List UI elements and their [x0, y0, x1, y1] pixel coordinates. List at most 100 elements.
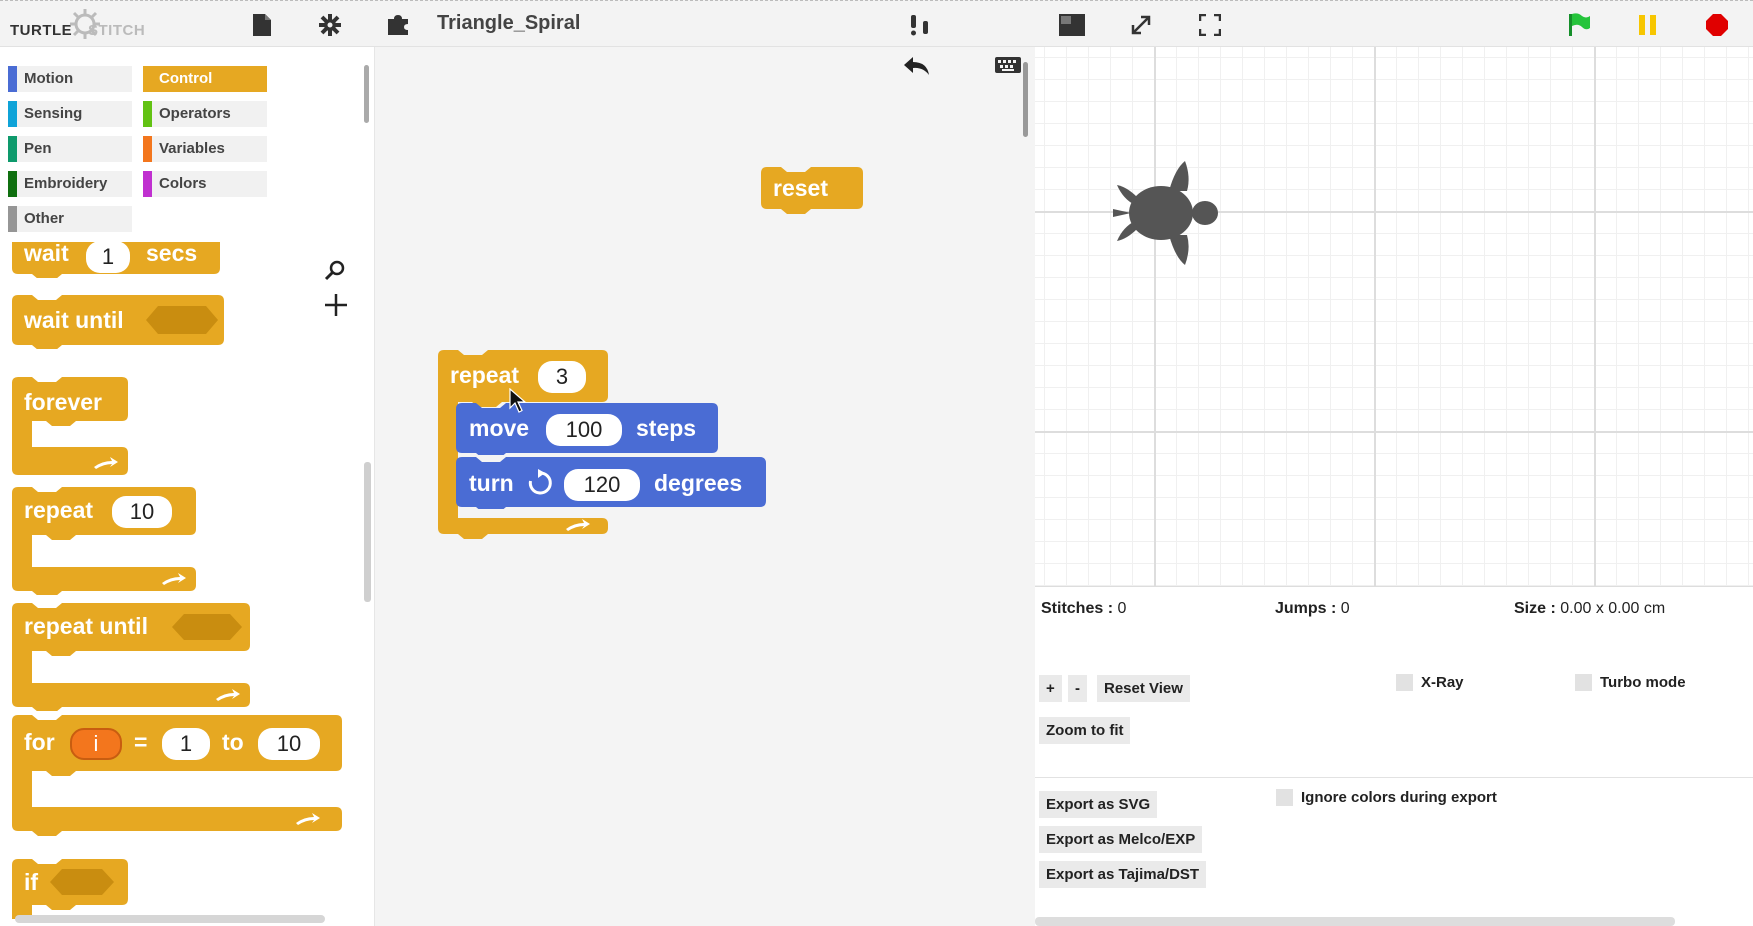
settings-button[interactable] — [310, 9, 350, 41]
script-block-reset[interactable]: reset — [761, 167, 863, 215]
reset-view-button[interactable]: Reset View — [1097, 675, 1190, 702]
fullscreen-button[interactable] — [1190, 9, 1230, 41]
category-label: Sensing — [24, 105, 83, 122]
palette-block-wait-secs[interactable]: wait 1 secs — [12, 240, 220, 278]
category-embroidery[interactable]: Embroidery — [8, 171, 132, 197]
expand-button[interactable] — [1121, 9, 1161, 41]
stitches-value: 0 — [1117, 600, 1127, 617]
script-block-move[interactable]: move 100 steps — [456, 403, 718, 455]
scripting-area[interactable]: reset repeat 3 move 100 steps turn 120 d… — [375, 47, 1035, 926]
block-label: repeat until — [24, 613, 148, 639]
block-label: wait until — [24, 307, 124, 333]
stop-button[interactable] — [1697, 9, 1737, 41]
category-swatch — [143, 136, 152, 162]
script-block-turn[interactable]: turn 120 degrees — [456, 457, 766, 509]
category-sensing[interactable]: Sensing — [8, 101, 132, 127]
category-label: Colors — [159, 175, 207, 192]
palette-block-repeat[interactable]: repeat 10 — [12, 487, 196, 595]
turbo-mode-checkbox[interactable]: Turbo mode — [1575, 674, 1686, 691]
undo-icon[interactable] — [903, 56, 931, 78]
palette-scrollbar[interactable] — [364, 65, 369, 123]
block-input[interactable]: 3 — [538, 361, 586, 393]
export-exp-button[interactable]: Export as Melco/EXP — [1039, 826, 1203, 853]
size-value: 0.00 x 0.00 cm — [1560, 600, 1666, 617]
zoom-to-fit-button[interactable]: Zoom to fit — [1039, 717, 1131, 744]
info-horizontal-scrollbar[interactable] — [1035, 917, 1675, 926]
block-input[interactable]: 120 — [564, 469, 640, 501]
file-button[interactable] — [242, 9, 282, 41]
zoom-out-button[interactable]: - — [1068, 675, 1087, 702]
stage-size-button[interactable] — [1052, 9, 1092, 41]
palette-block-if[interactable]: if — [12, 859, 128, 919]
palette-block-forever[interactable]: forever — [12, 377, 128, 477]
category-swatch — [143, 101, 152, 127]
category-swatch — [143, 66, 152, 92]
export-svg-button[interactable]: Export as SVG — [1039, 791, 1158, 818]
category-pen[interactable]: Pen — [8, 136, 132, 162]
jumps-value: 0 — [1340, 600, 1350, 617]
project-title: Triangle_Spiral — [437, 12, 581, 34]
block-label: degrees — [654, 470, 743, 496]
category-control[interactable]: Control — [143, 66, 267, 92]
top-bar: TURTLE STITCH Triangle_Spiral — [0, 0, 1753, 47]
block-input[interactable]: 10 — [258, 728, 320, 760]
category-colors[interactable]: Colors — [143, 171, 267, 197]
category-operators[interactable]: Operators — [143, 101, 267, 127]
gear-icon — [319, 14, 341, 36]
block-input[interactable]: 10 — [112, 496, 172, 528]
search-icon[interactable] — [324, 259, 346, 281]
stage-canvas[interactable] — [1035, 47, 1753, 587]
category-other[interactable]: Other — [8, 206, 132, 232]
keyboard-icon[interactable] — [995, 57, 1021, 73]
add-icon[interactable] — [324, 293, 348, 317]
block-label: = — [134, 729, 148, 755]
xray-checkbox[interactable]: X-Ray — [1396, 674, 1464, 691]
category-swatch — [143, 171, 152, 197]
category-label: Motion — [24, 70, 74, 87]
turtle-sprite-icon — [1113, 161, 1218, 265]
cloud-icon — [911, 15, 928, 36]
block-input[interactable]: 1 — [86, 241, 130, 273]
checkbox-box[interactable] — [1276, 789, 1293, 806]
block-label: if — [24, 869, 39, 895]
block-label: for — [24, 729, 55, 755]
divider — [1035, 777, 1753, 778]
block-label: repeat — [450, 362, 520, 388]
turbo-mode-label: Turbo mode — [1600, 674, 1686, 691]
palette-horizontal-scrollbar[interactable] — [15, 915, 325, 923]
palette-block-wait-until[interactable]: wait until — [12, 295, 224, 349]
category-label: Operators — [159, 105, 231, 122]
export-dst-button[interactable]: Export as Tajima/DST — [1039, 861, 1207, 888]
ignore-colors-checkbox[interactable]: Ignore colors during export — [1276, 789, 1497, 806]
checkbox-box[interactable] — [1396, 674, 1413, 691]
zoom-in-button[interactable]: + — [1039, 675, 1062, 702]
block-label: reset — [773, 175, 828, 201]
block-label: to — [222, 729, 244, 755]
block-label: wait — [24, 240, 69, 266]
checkbox-box[interactable] — [1575, 674, 1592, 691]
palette-block-repeat-until[interactable]: repeat until — [12, 603, 250, 711]
category-label: Embroidery — [24, 175, 108, 192]
category-label: Variables — [159, 140, 225, 157]
block-input[interactable]: 100 — [546, 414, 622, 446]
ignore-colors-label: Ignore colors during export — [1301, 789, 1497, 806]
loop-variable[interactable]: i — [70, 728, 122, 760]
category-motion[interactable]: Motion — [8, 66, 132, 92]
palette-vertical-scrollbar[interactable] — [364, 462, 371, 602]
block-label: move — [469, 415, 530, 441]
block-input[interactable]: 1 — [162, 728, 210, 760]
block-label: steps — [636, 415, 697, 441]
palette-block-for[interactable]: for i = 1 to 10 — [12, 715, 342, 839]
block-label: forever — [24, 389, 102, 415]
script-scrollbar[interactable] — [1023, 62, 1028, 137]
puzzle-button[interactable] — [378, 9, 418, 41]
block-label: repeat — [24, 497, 94, 523]
size-label: Size : — [1514, 600, 1556, 617]
green-flag-button[interactable] — [1559, 9, 1599, 41]
category-variables[interactable]: Variables — [143, 136, 267, 162]
cloud-button[interactable] — [902, 9, 942, 41]
pause-button[interactable] — [1628, 9, 1668, 41]
logo-turtle-text: TURTLE — [10, 22, 73, 39]
block-label: turn — [469, 470, 514, 496]
stitches-label: Stitches : — [1041, 600, 1114, 617]
